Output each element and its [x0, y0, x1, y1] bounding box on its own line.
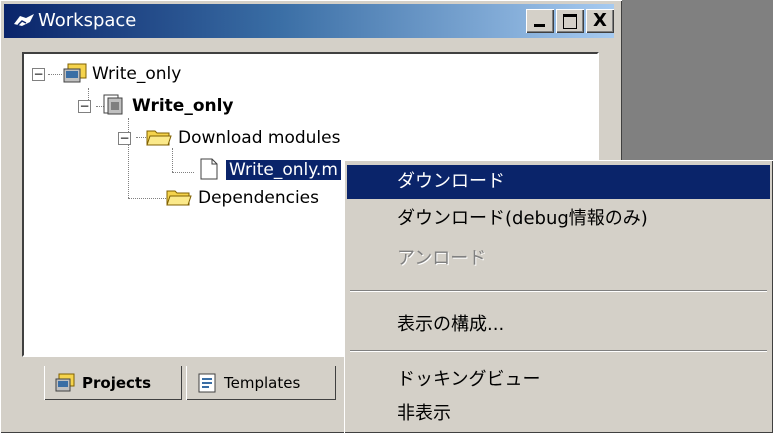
menu-item-download[interactable]: ダウンロード [347, 165, 770, 199]
tree-node-label-selected: Write_only.m [225, 159, 342, 181]
minimize-button[interactable] [526, 9, 554, 33]
tab-projects[interactable]: Projects [44, 366, 182, 400]
tree-node-label: Download modules [178, 128, 341, 148]
tree-node-label: Write_only [92, 64, 182, 84]
file-icon [200, 158, 218, 180]
menu-separator [350, 350, 767, 352]
folder-open-icon [146, 130, 172, 146]
minimize-icon [534, 24, 545, 27]
window-title: Workspace [38, 10, 137, 31]
workspace-tree-icon [63, 63, 87, 83]
tree-node-module-file[interactable]: Write_only.m [196, 158, 356, 186]
menu-item-view-config[interactable]: 表示の構成... [347, 308, 770, 342]
tree-node-root[interactable]: − Write_only [30, 62, 230, 90]
menu-item-unload: アンロード [397, 248, 487, 269]
tree-node-label: Write_only [132, 96, 234, 116]
maximize-button[interactable] [556, 9, 584, 33]
title-bar[interactable]: Workspace X [4, 4, 614, 38]
tree-node-label: Dependencies [198, 188, 319, 208]
tab-label: Projects [82, 374, 152, 392]
project-icon [103, 94, 123, 115]
folder-open-icon [166, 190, 192, 206]
menu-separator [350, 290, 767, 292]
menu-item-hide[interactable]: 非表示 [347, 397, 770, 431]
templates-icon [198, 373, 216, 393]
context-menu: ダウンロード ダウンロード(debug情報のみ) アンロード 表示の構成... … [344, 160, 773, 433]
tab-label: Templates [224, 374, 301, 392]
menu-item-download-debug-only[interactable]: ダウンロード(debug情報のみ) [347, 202, 770, 236]
collapse-icon[interactable]: − [118, 132, 131, 145]
tree-node-download-modules[interactable]: − Download modules [116, 126, 416, 154]
workspace-icon [14, 14, 34, 26]
collapse-icon[interactable]: − [78, 100, 91, 113]
tree-node-dependencies[interactable]: Dependencies [166, 186, 366, 214]
menu-item-docking-view[interactable]: ドッキングビュー [347, 363, 770, 397]
projects-icon [55, 373, 75, 392]
collapse-icon[interactable]: − [32, 68, 45, 81]
tab-templates[interactable]: Templates [186, 366, 336, 400]
tree-node-project[interactable]: − Write_only [76, 94, 296, 122]
close-button[interactable]: X [586, 9, 614, 33]
maximize-icon [563, 14, 577, 29]
close-icon: X [593, 10, 607, 31]
